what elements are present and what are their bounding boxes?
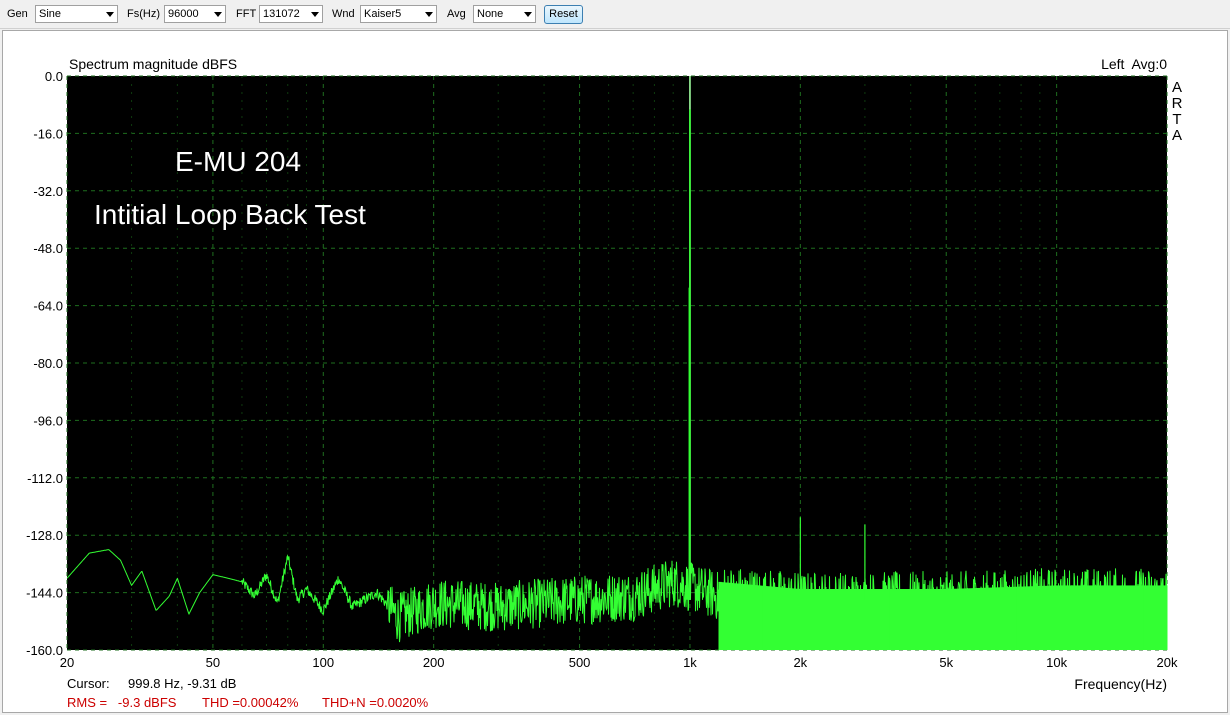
x-tick-label: 200	[423, 655, 445, 670]
chart-title: Spectrum magnitude dBFS	[69, 56, 237, 72]
spectrum-chart[interactable]: Spectrum magnitude dBFS Left Avg:0 0.0 -1…	[3, 31, 1227, 712]
thd-readout: THD =0.00042%	[202, 695, 299, 710]
y-tick-label: 0.0	[45, 69, 63, 84]
x-tick-label: 500	[569, 655, 591, 670]
avg-label: Avg	[447, 8, 466, 20]
fft-label: FFT	[236, 8, 257, 20]
x-tick-label: 20k	[1157, 655, 1178, 670]
x-tick-label: 20	[60, 655, 74, 670]
chevron-down-icon	[106, 12, 114, 17]
watermark-letter: R	[1172, 95, 1183, 112]
cursor-label: Cursor:	[67, 676, 110, 691]
channel-label: Left Avg:0	[1101, 56, 1167, 72]
y-tick-label: -112.0	[27, 471, 63, 486]
avg-select[interactable]: None	[473, 5, 536, 23]
x-tick-label: 10k	[1046, 655, 1067, 670]
spectrum-panel: Spectrum magnitude dBFS Left Avg:0 0.0 -1…	[2, 30, 1228, 713]
gen-select[interactable]: Sine	[35, 5, 118, 23]
thdn-readout: THD+N =0.0020%	[322, 695, 429, 710]
y-tick-label: -80.0	[33, 356, 63, 371]
gen-select-value: Sine	[39, 8, 62, 20]
rms-readout: RMS = -9.3 dBFS	[67, 695, 177, 710]
x-axis-title: Frequency(Hz)	[1074, 676, 1167, 692]
y-tick-label: -144.0	[26, 586, 63, 601]
y-tick-label: -96.0	[33, 413, 63, 428]
y-axis-labels: 0.0 -16.0 -32.0 -48.0 -64.0 -80.0 -96.0 -112.0 -…	[26, 69, 63, 658]
y-tick-label: -64.0	[33, 299, 63, 314]
x-tick-label: 2k	[793, 655, 807, 670]
wnd-select[interactable]: Kaiser5	[360, 5, 437, 23]
x-tick-label: 50	[206, 655, 220, 670]
y-tick-label: -48.0	[33, 241, 63, 256]
chevron-down-icon	[524, 12, 532, 17]
watermark-letter: A	[1172, 127, 1182, 144]
x-tick-label: 100	[312, 655, 334, 670]
arta-watermark: ARTA	[1172, 79, 1183, 144]
cursor-value: 999.8 Hz, -9.31 dB	[128, 676, 237, 691]
y-tick-label: -32.0	[33, 184, 63, 199]
annotation-line1: E-MU 204	[175, 146, 301, 177]
x-tick-label: 5k	[939, 655, 953, 670]
chevron-down-icon	[425, 12, 433, 17]
chevron-down-icon	[214, 12, 222, 17]
annotation-line2: Intitial Loop Back Test	[94, 199, 366, 230]
fs-select[interactable]: 96000	[164, 5, 226, 23]
y-tick-label: -16.0	[33, 126, 63, 141]
avg-select-value: None	[477, 8, 504, 20]
gen-label: Gen	[7, 8, 28, 20]
watermark-letter: T	[1172, 111, 1181, 128]
reset-button[interactable]: Reset	[544, 5, 583, 24]
y-tick-label: -128.0	[26, 528, 63, 543]
watermark-letter: A	[1172, 79, 1182, 96]
fft-select-value: 131072	[263, 8, 300, 20]
chevron-down-icon	[311, 12, 319, 17]
fs-label: Fs(Hz)	[127, 8, 160, 20]
y-tick-label: -160.0	[26, 643, 63, 658]
fs-select-value: 96000	[168, 8, 199, 20]
wnd-select-value: Kaiser5	[364, 8, 402, 20]
fft-select[interactable]: 131072	[259, 5, 323, 23]
x-axis-labels: 20 50 100 200 500 1k 2k 5k 10k 20k	[60, 655, 1178, 670]
wnd-label: Wnd	[332, 8, 355, 20]
x-tick-label: 1k	[683, 655, 697, 670]
toolbar: Gen Sine Fs(Hz) 96000 FFT 131072 Wnd Kai…	[0, 0, 1230, 29]
